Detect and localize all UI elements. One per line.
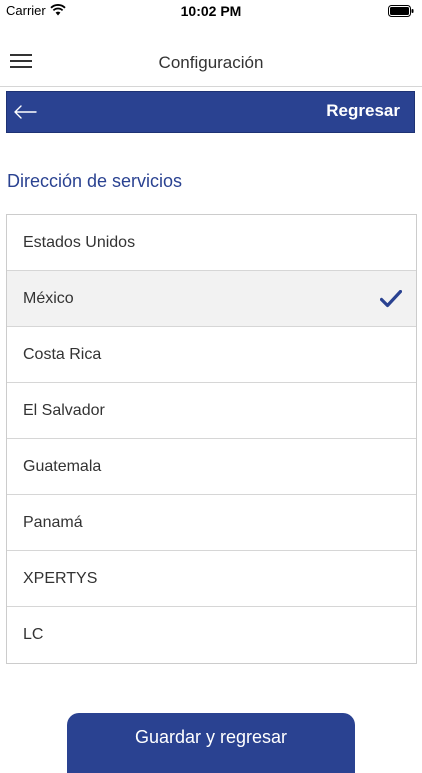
- list-item-label: LC: [23, 626, 44, 643]
- list-item[interactable]: Costa Rica: [7, 327, 416, 383]
- list-item[interactable]: El Salvador: [7, 383, 416, 439]
- section-title: Dirección de servicios: [7, 171, 183, 191]
- list-item[interactable]: LC: [7, 607, 416, 663]
- list-item[interactable]: Guatemala: [7, 439, 416, 495]
- back-bar[interactable]: Regresar: [6, 91, 415, 133]
- nav-bar: Configuración: [0, 40, 422, 87]
- back-button-label[interactable]: Regresar: [326, 101, 400, 121]
- list-item-label: El Salvador: [23, 402, 105, 419]
- list-item-label: Guatemala: [23, 458, 102, 475]
- list-item[interactable]: XPERTYS: [7, 551, 416, 607]
- list-item-label: XPERTYS: [23, 570, 98, 587]
- save-button[interactable]: Guardar y regresar: [67, 713, 355, 773]
- list-item[interactable]: Panamá: [7, 495, 416, 551]
- battery-icon: [388, 5, 414, 17]
- country-list: Estados Unidos México Costa Rica El Salv…: [6, 214, 417, 664]
- list-item-label: Costa Rica: [23, 346, 102, 363]
- check-icon: [380, 290, 402, 308]
- list-item[interactable]: Estados Unidos: [7, 215, 416, 271]
- list-item-label: Estados Unidos: [23, 234, 136, 251]
- clock: 10:02 PM: [180, 3, 242, 19]
- list-item[interactable]: México: [7, 271, 416, 327]
- back-arrow-icon[interactable]: [13, 104, 37, 120]
- list-item-label: Panamá: [23, 514, 83, 531]
- status-bar: Carrier 10:02 PM: [0, 0, 422, 22]
- list-item-label: México: [23, 290, 74, 307]
- page-title: Configuración: [158, 53, 264, 72]
